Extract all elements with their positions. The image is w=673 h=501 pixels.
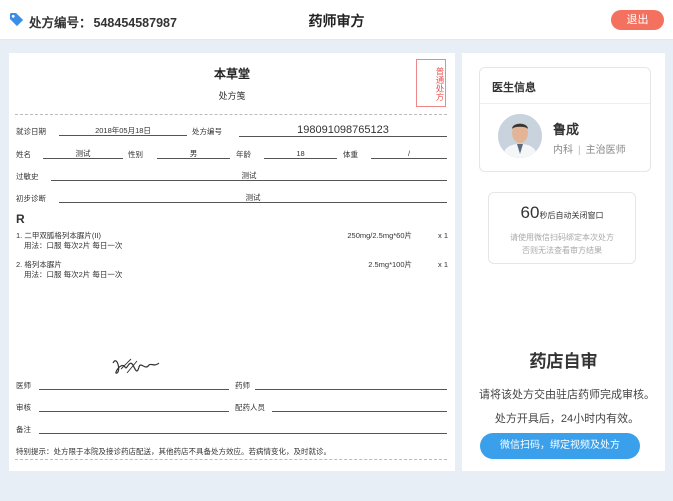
rx-number-label: 处方编号： <box>29 16 92 30</box>
doctor-department: 内科 | 主治医师 <box>553 141 626 156</box>
avatar-icon <box>498 114 542 158</box>
dispenser-field <box>272 402 447 412</box>
drug-spec: 250mg/2.5mg*60片 <box>347 231 412 240</box>
auto-close-card: 60秒后自动关闭窗口 请使用微信扫码绑定本次处方 否则无法查看审方结果 <box>488 192 636 264</box>
department-text: 内科 <box>553 145 573 156</box>
doctor-signature <box>112 358 160 374</box>
doctor-name: 鲁成 <box>553 122 580 137</box>
self-review-title: 药店自审 <box>529 352 598 371</box>
age-value: 18 <box>264 149 337 159</box>
special-notice: 特别提示：处方限于本院及接诊药店配送，其他药店不具备处方效应。若病情变化，及时就… <box>16 447 331 456</box>
gender-label: 性别 <box>128 150 143 159</box>
right-panel: 医生信息 鲁成 内科 | 主治医师 60秒后自动关闭窗口 请使用微信扫码绑定本次处方… <box>462 53 665 471</box>
drug-spec: 2.5mg*100片 <box>368 260 412 269</box>
patient-name-value: 测试 <box>43 149 123 159</box>
separator: | <box>578 145 581 156</box>
prescription-paper: 本草堂 处方笺 普通处方 就诊日期 2018年05月18日 处方编号 19809… <box>9 53 455 471</box>
visit-date-label: 就诊日期 <box>16 127 46 136</box>
drug-qty: x 1 <box>437 260 448 269</box>
self-review-validity: 处方开具后，24小时内有效。 <box>494 413 640 425</box>
top-bar: 处方编号： 548454587987 药师审方 退出 <box>0 0 673 40</box>
visit-date-value: 2018年05月18日 <box>59 126 187 136</box>
doctor-label: 医师 <box>16 381 31 390</box>
pharmacist-label: 药师 <box>235 381 250 390</box>
rx-number: 处方编号： 548454587987 <box>29 12 177 31</box>
weight-value: / <box>371 149 447 159</box>
patient-name-label: 姓名 <box>16 150 31 159</box>
bind-hint-line1: 请使用微信扫码绑定本次处方 <box>510 233 614 242</box>
diagnosis-value: 测试 <box>59 193 447 203</box>
divider <box>480 103 650 104</box>
diagnosis-label: 初步诊断 <box>16 194 46 203</box>
doctor-title: 主治医师 <box>585 145 626 156</box>
age-label: 年龄 <box>236 150 251 159</box>
remark-label: 备注 <box>16 425 31 434</box>
wechat-bind-button[interactable]: 微信扫码，绑定视频及处方 <box>480 433 640 459</box>
divider <box>15 114 447 115</box>
tag-icon <box>9 12 24 27</box>
countdown: 60秒后自动关闭窗口 <box>489 203 635 223</box>
rx-number-value: 548454587987 <box>93 16 177 30</box>
doctor-field <box>39 380 229 390</box>
self-review-instruction: 请将该处方交由驻店药师完成审核。 <box>479 389 655 401</box>
rx-code-label: 处方编号 <box>192 127 222 136</box>
review-label: 审核 <box>16 403 31 412</box>
rx-code-value: 198091098765123 <box>239 124 447 137</box>
drug-usage: 用法：口服 每次2片 每日一次 <box>24 241 123 250</box>
review-field <box>39 402 229 412</box>
prescription-subtitle: 处方笺 <box>218 91 246 101</box>
doctor-avatar <box>498 114 542 158</box>
rx-r-mark: R <box>16 212 25 226</box>
gender-value: 男 <box>157 149 230 159</box>
remark-field <box>39 424 447 434</box>
pharmacist-field <box>255 380 447 390</box>
logout-button[interactable]: 退出 <box>611 10 664 30</box>
drug-item: 2. 格列本脲片 用法：口服 每次2片 每日一次 2.5mg*100片 x 1 <box>16 260 448 280</box>
divider <box>15 459 447 460</box>
bind-hint: 请使用微信扫码绑定本次处方 否则无法查看审方结果 <box>489 231 635 257</box>
dispenser-label: 配药人员 <box>235 403 265 412</box>
bind-hint-line2: 否则无法查看审方结果 <box>522 246 602 255</box>
allergy-label: 过敏史 <box>16 172 39 181</box>
allergy-value: 测试 <box>51 171 447 181</box>
countdown-seconds: 60 <box>520 203 540 222</box>
drug-qty: x 1 <box>437 231 448 240</box>
prescription-type-stamp: 普通处方 <box>416 59 446 107</box>
pharmacy-name: 本草堂 <box>213 67 250 81</box>
doctor-info-card: 医生信息 鲁成 内科 | 主治医师 <box>479 67 651 172</box>
drug-usage: 用法：口服 每次2片 每日一次 <box>24 270 123 279</box>
doctor-info-header: 医生信息 <box>492 82 536 94</box>
countdown-suffix: 秒后自动关闭窗口 <box>539 211 604 220</box>
drug-item: 1. 二甲双胍格列本脲片(II) 用法：口服 每次2片 每日一次 250mg/2… <box>16 231 448 251</box>
weight-label: 体重 <box>343 150 358 159</box>
